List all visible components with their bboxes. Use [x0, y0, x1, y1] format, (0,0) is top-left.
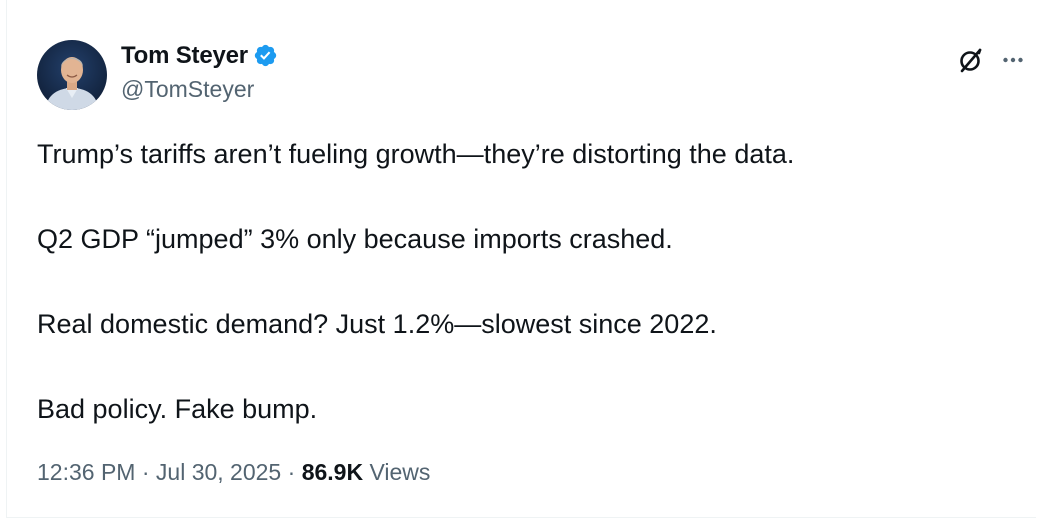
- avatar-photo: [37, 40, 107, 110]
- more-options-icon[interactable]: [1002, 49, 1024, 71]
- meta-separator: ·: [141, 459, 150, 485]
- tweet-paragraph: Bad policy. Fake bump.: [37, 394, 318, 424]
- tweet-card: Tom Steyer @TomSteyer Trump’s tariffs ar…: [6, 0, 1036, 518]
- tweet-paragraph: Q2 GDP “jumped” 3% only because imports …: [37, 224, 673, 254]
- views-count[interactable]: 86.9K: [302, 459, 363, 485]
- avatar[interactable]: [37, 40, 107, 110]
- tweet-meta: 12:36 PM · Jul 30, 2025 · 86.9K Views: [37, 459, 430, 486]
- tweet-paragraph: Trump’s tariffs aren’t fueling growth—th…: [37, 139, 795, 169]
- views-label: Views: [369, 459, 431, 485]
- display-name[interactable]: Tom Steyer: [121, 42, 248, 70]
- tweet-date[interactable]: Jul 30, 2025: [156, 459, 281, 485]
- meta-separator: ·: [287, 459, 296, 485]
- tweet-text: Trump’s tariffs aren’t fueling growth—th…: [37, 136, 1027, 476]
- author-names: Tom Steyer @TomSteyer: [121, 42, 278, 103]
- tweet-paragraph: Real domestic demand? Just 1.2%—slowest …: [37, 309, 717, 339]
- grok-icon[interactable]: [956, 45, 986, 75]
- verified-badge-icon[interactable]: [253, 43, 278, 68]
- name-row: Tom Steyer: [121, 42, 278, 70]
- author-handle[interactable]: @TomSteyer: [121, 76, 278, 103]
- tweet-header: Tom Steyer @TomSteyer: [37, 40, 278, 110]
- top-actions: [956, 45, 1024, 75]
- tweet-time[interactable]: 12:36 PM: [37, 459, 135, 485]
